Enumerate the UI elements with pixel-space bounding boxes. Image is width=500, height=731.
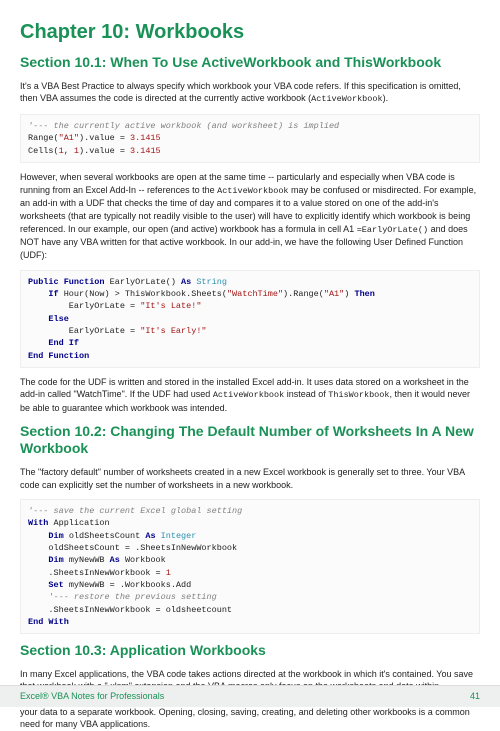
- chapter-title: Chapter 10: Workbooks: [20, 18, 480, 46]
- body-paragraph: The code for the UDF is written and stor…: [20, 376, 480, 415]
- page-footer: Excel® VBA Notes for Professionals 41: [0, 685, 500, 707]
- section-10-2-heading: Section 10.2: Changing The Default Numbe…: [20, 423, 480, 458]
- body-paragraph: However, when several workbooks are open…: [20, 171, 480, 262]
- section-10-3-heading: Section 10.3: Application Workbooks: [20, 642, 480, 660]
- body-paragraph: It's a VBA Best Practice to always speci…: [20, 80, 480, 106]
- section-10-1-heading: Section 10.1: When To Use ActiveWorkbook…: [20, 54, 480, 72]
- body-paragraph: The "factory default" number of workshee…: [20, 466, 480, 491]
- footer-page-number: 41: [470, 690, 480, 703]
- code-block: '--- the currently active workbook (and …: [20, 114, 480, 163]
- code-block: '--- save the current Excel global setti…: [20, 499, 480, 634]
- code-block: Public Function EarlyOrLate() As String …: [20, 270, 480, 368]
- footer-left: Excel® VBA Notes for Professionals: [20, 690, 164, 703]
